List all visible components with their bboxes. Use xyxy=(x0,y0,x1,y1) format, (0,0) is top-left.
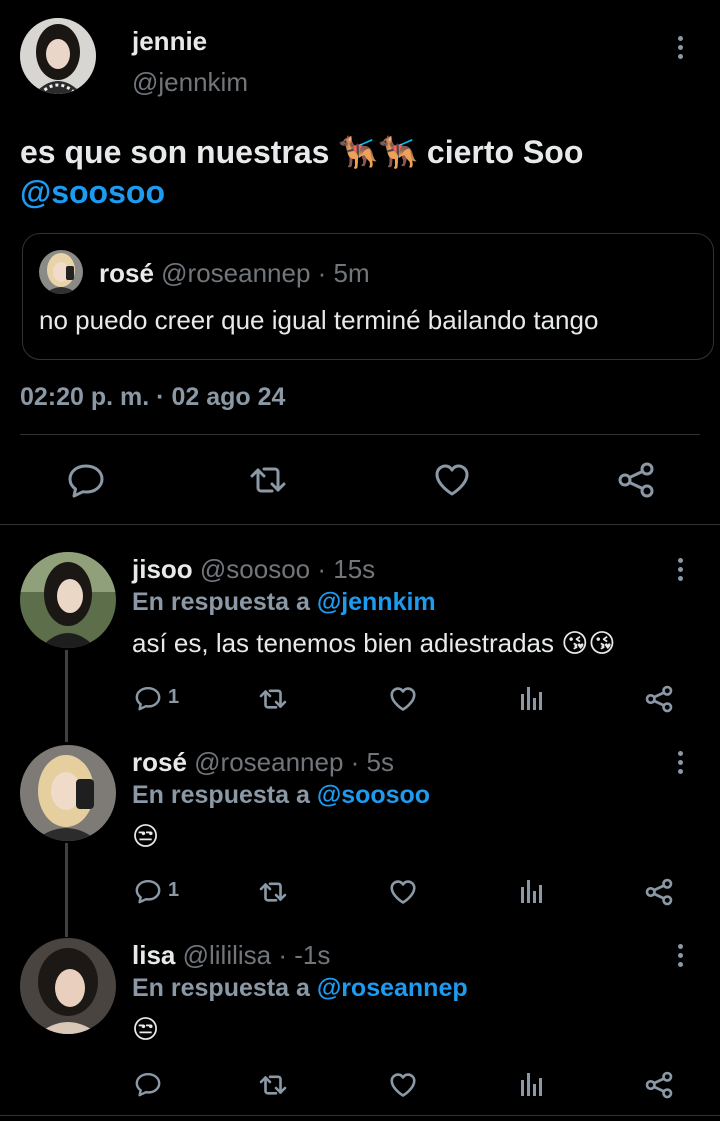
retweet-icon[interactable] xyxy=(258,1070,288,1100)
retweet-icon[interactable] xyxy=(258,684,288,714)
reply-text: así es, las tenemos bien adiestradas 😘😘 xyxy=(132,628,616,658)
quoted-display-name[interactable]: rosé xyxy=(99,258,154,288)
divider xyxy=(20,434,700,435)
more-options-icon[interactable] xyxy=(670,747,690,777)
reply-prefix: En respuesta a xyxy=(132,974,310,1002)
views-icon[interactable] xyxy=(516,684,546,714)
author-handle[interactable]: @jennkim xyxy=(132,67,248,98)
more-options-icon[interactable] xyxy=(670,554,690,584)
like-icon[interactable] xyxy=(388,684,418,714)
reply-tweet[interactable]: jisoo @soosoo · 15s En respuesta a @jenn… xyxy=(0,540,720,730)
quoted-header: rosé @roseannep · 5m xyxy=(99,258,370,289)
share-icon[interactable] xyxy=(644,684,674,714)
share-icon[interactable] xyxy=(644,1070,674,1100)
reply-display-name[interactable]: jisoo xyxy=(132,554,193,584)
reply-to-mention[interactable]: @jennkim xyxy=(317,588,436,616)
quoted-text: no puedo creer que igual terminé bailand… xyxy=(39,305,599,335)
like-icon[interactable] xyxy=(388,877,418,907)
tweet-mention[interactable]: @soosoo xyxy=(20,172,165,212)
divider xyxy=(0,1115,720,1116)
reply-header: lisa @lililisa · -1s xyxy=(132,940,330,971)
reply-icon[interactable] xyxy=(66,460,106,500)
more-options-icon[interactable] xyxy=(670,940,690,970)
quoted-tweet-card[interactable]: rosé @roseannep · 5m no puedo creer que … xyxy=(22,233,714,360)
share-icon[interactable] xyxy=(644,877,674,907)
avatar-jennie[interactable] xyxy=(20,18,96,94)
reply-text: 😒 xyxy=(132,821,160,851)
reply-icon[interactable] xyxy=(134,1070,162,1098)
like-icon[interactable] xyxy=(388,1070,418,1100)
dog-emoji: 🐕‍🦺🐕‍🦺 xyxy=(338,134,419,170)
reply-count: 1 xyxy=(168,686,180,708)
reply-text: 😒 xyxy=(132,1014,160,1044)
reply-tweet[interactable]: lisa @lililisa · -1s En respuesta a @ros… xyxy=(0,926,720,1116)
reply-count: 1 xyxy=(168,879,180,901)
retweet-icon[interactable] xyxy=(258,877,288,907)
quoted-handle[interactable]: @roseannep xyxy=(161,258,310,288)
divider xyxy=(0,524,720,525)
avatar-jisoo[interactable] xyxy=(20,552,116,648)
like-icon[interactable] xyxy=(432,460,472,500)
more-options-icon[interactable] xyxy=(670,32,690,62)
reply-icon[interactable] xyxy=(134,684,162,712)
tweet-timestamp[interactable]: 02:20 p. m. · 02 ago 24 xyxy=(20,383,285,412)
reply-handle[interactable]: @lililisa xyxy=(183,940,272,970)
retweet-icon[interactable] xyxy=(248,460,288,500)
reply-display-name[interactable]: lisa xyxy=(132,940,175,970)
avatar-rose-small xyxy=(39,250,83,294)
reply-time: · 15s xyxy=(317,554,376,584)
reply-context: En respuesta a @soosoo xyxy=(132,781,430,810)
tweet-text-end: cierto Soo xyxy=(426,134,584,170)
reply-context: En respuesta a @jennkim xyxy=(132,588,436,617)
reply-time: · 5s xyxy=(350,747,395,777)
reply-header: jisoo @soosoo · 15s xyxy=(132,554,375,585)
reply-handle[interactable]: @roseannep xyxy=(194,747,343,777)
quoted-time: · 5m xyxy=(317,258,370,288)
reply-time: · -1s xyxy=(278,940,331,970)
reply-to-mention[interactable]: @roseannep xyxy=(317,974,468,1002)
views-icon[interactable] xyxy=(516,877,546,907)
tweet-text: es que son nuestras 🐕‍🦺🐕‍🦺 cierto Soo xyxy=(20,132,700,172)
views-icon[interactable] xyxy=(516,1070,546,1100)
reply-context: En respuesta a @roseannep xyxy=(132,974,468,1003)
reply-icon[interactable] xyxy=(134,877,162,905)
reply-header: rosé @roseannep · 5s xyxy=(132,747,394,778)
reply-to-mention[interactable]: @soosoo xyxy=(317,781,430,809)
avatar-rose[interactable] xyxy=(20,745,116,841)
reply-display-name[interactable]: rosé xyxy=(132,747,187,777)
reply-prefix: En respuesta a xyxy=(132,781,310,809)
share-icon[interactable] xyxy=(616,460,656,500)
reply-handle[interactable]: @soosoo xyxy=(200,554,310,584)
tweet-text-start: es que son nuestras xyxy=(20,134,330,170)
avatar-lisa[interactable] xyxy=(20,938,116,1034)
reply-tweet[interactable]: rosé @roseannep · 5s En respuesta a @soo… xyxy=(0,733,720,923)
reply-prefix: En respuesta a xyxy=(132,588,310,616)
author-display-name[interactable]: jennie xyxy=(132,26,207,57)
